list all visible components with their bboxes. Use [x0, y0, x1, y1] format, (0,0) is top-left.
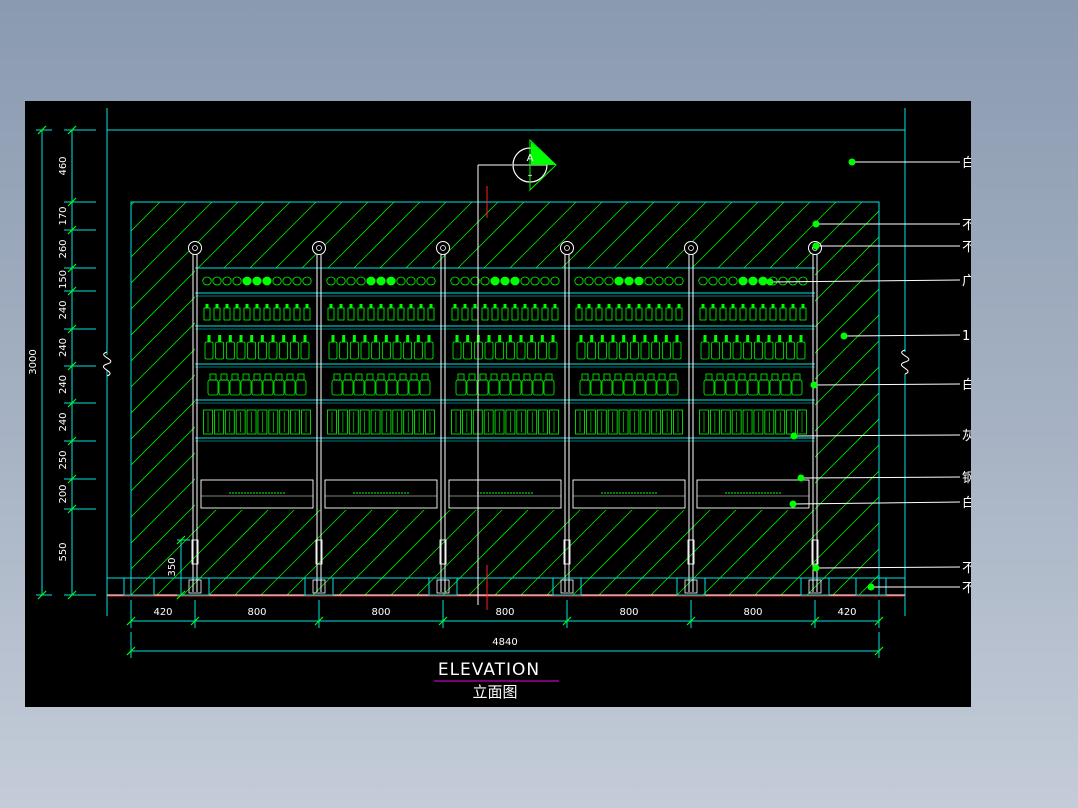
- dim-label: 240: [58, 338, 69, 357]
- dim-label: 260: [58, 239, 69, 258]
- dim-label: 170: [58, 206, 69, 225]
- title-english: ELEVATION: [438, 660, 540, 680]
- leader-dot: [812, 220, 820, 228]
- annotation-label: 12厘钢化玻璃: [962, 329, 971, 344]
- drawing-title: ELEVATION 立面图: [434, 660, 559, 701]
- annotation-label: 灰色复合板: [962, 428, 971, 444]
- fixing-ring: [560, 241, 574, 255]
- poster-oval: [366, 276, 376, 286]
- annotation-label: 不锈钢固定件: [962, 581, 971, 596]
- dim-label: 240: [58, 412, 69, 431]
- horizontal-dimensions: 420 800 800 800 800 800 420 4840: [126, 600, 884, 658]
- annotation-label: 白色复合板: [962, 495, 971, 511]
- poster-oval: [614, 276, 624, 286]
- dim-label: 800: [495, 607, 514, 618]
- leader-dot: [840, 332, 848, 340]
- dim-label: 240: [58, 300, 69, 319]
- dim-label: 800: [247, 607, 266, 618]
- poster-oval: [624, 276, 634, 286]
- section-letter: A: [527, 153, 534, 164]
- poster-oval: [386, 276, 396, 286]
- dim-label: 460: [58, 156, 69, 175]
- fixing-ring: [312, 241, 326, 255]
- annotation-label: 广告 招贴画: [962, 274, 971, 289]
- dim-label: 800: [743, 607, 762, 618]
- fixing-ring: [436, 241, 450, 255]
- leader-dot: [848, 158, 856, 166]
- dim-label: 250: [58, 450, 69, 469]
- dim-label: 800: [371, 607, 390, 618]
- fixing-ring: [188, 241, 202, 255]
- dim-label: 200: [58, 484, 69, 503]
- poster-oval: [252, 276, 262, 286]
- leader-dot: [766, 278, 774, 286]
- dim-total: 4840: [492, 637, 517, 648]
- poster-oval: [500, 276, 510, 286]
- annotation-label: 钢化玻璃搁板: [962, 471, 971, 486]
- dim-total: 3000: [28, 349, 39, 374]
- poster-oval: [758, 276, 768, 286]
- dim-label: 150: [58, 270, 69, 289]
- title-chinese: 立面图: [472, 683, 517, 701]
- section-sheet: –: [528, 170, 533, 181]
- leader-dot: [810, 381, 818, 389]
- leader-dot: [790, 432, 798, 440]
- leader-dot: [797, 474, 805, 482]
- leader-dot: [867, 583, 875, 591]
- vertical-dimensions: 460 170 260 150 240 240 240 240 250 200 550 3000 350: [28, 125, 190, 600]
- annotation-label: 不锈钢连接件: [962, 560, 971, 576]
- poster-oval: [490, 276, 500, 286]
- poster-oval: [748, 276, 758, 286]
- leader-dot: [789, 500, 797, 508]
- base-fixing: [304, 577, 334, 596]
- annotation-label: 不锈钢连接件: [962, 239, 971, 255]
- dim-label: 420: [153, 607, 172, 618]
- poster-oval: [510, 276, 520, 286]
- fixing-ring: [684, 241, 698, 255]
- dim-label: 350: [167, 557, 178, 576]
- poster-oval: [738, 276, 748, 286]
- shelving-units: [195, 267, 815, 510]
- dim-label: 550: [58, 542, 69, 561]
- annotation-label: 不锈钢固定件: [962, 218, 971, 233]
- annotation-label: 白色复合板: [962, 377, 971, 393]
- elevation-drawing: A – 460 170 260 150 240 240 240 240 250 200 550 300…: [28, 108, 971, 701]
- base-fixing: [552, 577, 582, 596]
- poster-oval: [376, 276, 386, 286]
- dim-label: 800: [619, 607, 638, 618]
- dim-label: 420: [837, 607, 856, 618]
- poster-oval: [262, 276, 272, 286]
- dim-label: 240: [58, 375, 69, 394]
- poster-oval: [634, 276, 644, 286]
- leader-dot: [812, 242, 820, 250]
- leader-dot: [812, 564, 820, 572]
- cad-viewport[interactable]: A – 460 170 260 150 240 240 240 240 250 200 550 300…: [25, 101, 971, 707]
- poster-oval: [242, 276, 252, 286]
- annotation-label: 白色乳胶漆: [962, 155, 971, 171]
- base-fixing: [428, 577, 458, 596]
